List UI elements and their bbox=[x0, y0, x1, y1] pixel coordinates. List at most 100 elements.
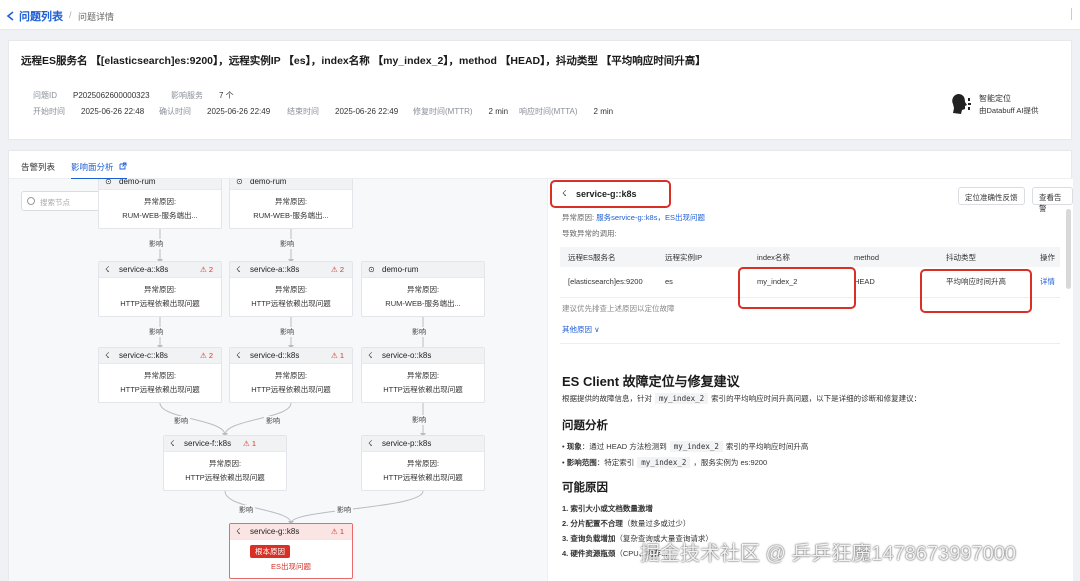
mttr: 修复时间(MTTR) 2 min bbox=[413, 107, 509, 116]
node-name: service-o::k8s bbox=[382, 351, 432, 360]
top-bar: 问题列表 / 问题详情 bbox=[0, 0, 1080, 30]
node-cause-label: 异常原因: bbox=[274, 285, 308, 294]
service-icon: ☇ bbox=[170, 439, 175, 448]
external-link-icon bbox=[119, 162, 127, 170]
node-reason: HTTP远程依赖出现问题 bbox=[383, 385, 463, 394]
node-reason: RUM-WEB-服务端出... bbox=[385, 299, 461, 308]
edge-label: 影响 bbox=[410, 327, 428, 337]
node-cause-label: 异常原因: bbox=[208, 459, 242, 468]
graph-node[interactable]: ☇ service-a::k8s ⚠ 2 异常原因: HTTP远程依赖出现问题 bbox=[229, 261, 353, 317]
cell: es bbox=[657, 267, 749, 298]
alert-count: ⚠ 2 bbox=[331, 265, 344, 274]
service-icon: ☇ bbox=[236, 527, 241, 536]
node-name: service-a::k8s bbox=[250, 265, 300, 274]
confirm-time: 确认时间 2025-06-26 22:49 bbox=[159, 107, 271, 116]
breadcrumb-list[interactable]: 问题列表 bbox=[19, 8, 63, 24]
cause-link[interactable]: 服务service-g::k8s，ES出现问题 bbox=[596, 213, 705, 222]
edge bbox=[159, 402, 226, 436]
end-time: 结束时间 2025-06-26 22:49 bbox=[287, 107, 399, 116]
graph-node[interactable]: ☇ service-f::k8s ⚠ 1 异常原因: HTTP远程依赖出现问题 bbox=[163, 435, 287, 491]
graph-node[interactable]: ⊙ demo-rum 异常原因: RUM-WEB-服务端出... bbox=[361, 261, 485, 317]
alert-count: ⚠ 1 bbox=[331, 351, 344, 360]
service-icon: ☇ bbox=[368, 351, 373, 360]
back-arrow-icon[interactable] bbox=[6, 11, 15, 21]
causes-heading: 可能原因 bbox=[562, 482, 608, 494]
graph-node[interactable]: ☇ service-p::k8s 异常原因: HTTP远程依赖出现问题 bbox=[361, 435, 485, 491]
ai-head-icon bbox=[952, 94, 971, 114]
col-header: 操作 bbox=[1032, 247, 1060, 267]
analysis-panel: 告警列表 影响面分析 搜索节点 影响 影响 影响 影响 影响 影响 影响 影响 … bbox=[8, 150, 1073, 581]
service-icon: ☇ bbox=[236, 351, 241, 360]
tab-impact[interactable]: 影响面分析 bbox=[71, 161, 127, 180]
graph-node[interactable]: ☇ service-a::k8s ⚠ 2 异常原因: HTTP远程依赖出现问题 bbox=[98, 261, 222, 317]
watermark: 掘金技术社区 @ 乒乒狂魔1478673997000 bbox=[640, 543, 1017, 565]
root-cause-badge: 根本原因 bbox=[250, 545, 290, 558]
bullet-phenomenon: • 现象：通过 HEAD 方法检测到 my_index_2 索引的平均响应时间升高 bbox=[562, 441, 809, 452]
edge-label: 影响 bbox=[147, 239, 165, 249]
divider bbox=[560, 343, 1060, 344]
graph-node[interactable]: ☇ service-d::k8s ⚠ 1 异常原因: HTTP远程依赖出现问题 bbox=[229, 347, 353, 403]
cause-item: 2. 分片配置不合理（数量过多或过少） bbox=[562, 519, 691, 528]
affected-services: 影响服务 7 个 bbox=[171, 91, 234, 100]
view-alerts-button[interactable]: 查看告警 bbox=[1032, 187, 1073, 213]
detail-link[interactable]: 详情 bbox=[1032, 267, 1060, 298]
graph-node[interactable]: ☇ service-c::k8s ⚠ 2 异常原因: HTTP远程依赖出现问题 bbox=[98, 347, 222, 403]
calls-label: 导致异常的调用: bbox=[562, 229, 617, 238]
tab-bar: 告警列表 影响面分析 bbox=[9, 151, 1073, 180]
node-reason: HTTP远程依赖出现问题 bbox=[383, 473, 463, 482]
accuracy-feedback-button[interactable]: 定位准确性反馈 bbox=[958, 187, 1025, 205]
alert-count: ⚠ 1 bbox=[331, 527, 344, 536]
graph-node[interactable]: ☇ service-o::k8s 异常原因: HTTP远程依赖出现问题 bbox=[361, 347, 485, 403]
ai-title: 智能定位 bbox=[979, 94, 1011, 103]
ai-provider: 由Databuff AI提供 bbox=[979, 106, 1039, 115]
scrollbar[interactable] bbox=[1066, 209, 1071, 289]
node-cause-label: 异常原因: bbox=[274, 371, 308, 380]
highlight-box bbox=[920, 269, 1032, 313]
problem-id: 问题ID P2025062600000323 bbox=[33, 91, 150, 100]
cell: [elasticsearch]es:9200 bbox=[560, 267, 657, 298]
service-icon: ☇ bbox=[105, 351, 110, 360]
alert-count: ⚠ 2 bbox=[200, 351, 213, 360]
node-name: service-p::k8s bbox=[382, 439, 432, 448]
node-header bbox=[230, 179, 352, 190]
back-nav[interactable]: 问题列表 bbox=[6, 8, 63, 24]
node-name: service-f::k8s bbox=[184, 439, 232, 448]
other-causes-toggle[interactable]: 其他原因 ∨ bbox=[562, 324, 600, 335]
edge-label: 影响 bbox=[237, 505, 255, 515]
cause-line: 异常原因: 服务service-g::k8s，ES出现问题 bbox=[562, 213, 705, 222]
node-cause-label: 异常原因: bbox=[406, 459, 440, 468]
edge-label: 影响 bbox=[278, 239, 296, 249]
node-name: demo-rum bbox=[382, 265, 419, 274]
tab-alerts[interactable]: 告警列表 bbox=[21, 161, 55, 173]
col-header: index名称 bbox=[749, 247, 846, 267]
graph-node[interactable]: ⊙ demo-rum 异常原因: RUM-WEB-服务端出... bbox=[98, 179, 222, 229]
edge bbox=[290, 490, 424, 524]
detail-pane: ☇ service-g::k8s 定位准确性反馈 查看告警 异常原因: 服务se… bbox=[547, 179, 1073, 581]
bullet-scope: • 影响范围：特定索引 my_index_2 ，服务实例为 es:9200 bbox=[562, 457, 768, 468]
node-cause-label: 异常原因: bbox=[143, 197, 177, 206]
rum-icon: ⊙ bbox=[236, 179, 243, 186]
node-name: demo-rum bbox=[250, 179, 287, 186]
advice-text: 建议优先排查上述原因以定位故障 bbox=[562, 304, 675, 313]
node-reason: RUM-WEB-服务端出... bbox=[122, 211, 198, 220]
start-time: 开始时间 2025-06-26 22:48 bbox=[33, 107, 145, 116]
node-reason: HTTP远程依赖出现问题 bbox=[120, 385, 200, 394]
report-title: ES Client 故障定位与修复建议 bbox=[562, 374, 740, 389]
table-header: 远程ES服务名 远程实例IP index名称 method 抖动类型 操作 bbox=[560, 247, 1060, 267]
node-cause-label: 异常原因: bbox=[143, 371, 177, 380]
analysis-heading: 问题分析 bbox=[562, 420, 608, 432]
root-cause-node[interactable]: ☇ service-g::k8s ⚠ 1 根本原因 ES出现问题 bbox=[229, 523, 353, 579]
ai-locate[interactable]: 智能定位 由Databuff AI提供 bbox=[947, 91, 1047, 121]
col-header: method bbox=[846, 247, 938, 267]
search-icon bbox=[27, 197, 35, 205]
problem-title: 远程ES服务名 【[elasticsearch]es:9200】，远程实例IP … bbox=[21, 55, 706, 67]
node-name: demo-rum bbox=[119, 179, 156, 186]
node-header bbox=[99, 179, 221, 190]
cause-item: 1. 索引大小或文档数量激增 bbox=[562, 504, 653, 513]
graph-node[interactable]: ⊙ demo-rum 异常原因: RUM-WEB-服务端出... bbox=[229, 179, 353, 229]
edge bbox=[224, 490, 292, 524]
impact-graph[interactable]: 搜索节点 影响 影响 影响 影响 影响 影响 影响 影响 影响 影响 ⊙ dem… bbox=[9, 179, 547, 581]
service-icon: ☇ bbox=[562, 189, 567, 198]
problem-summary: 远程ES服务名 【[elasticsearch]es:9200】，远程实例IP … bbox=[8, 40, 1072, 140]
node-name: service-c::k8s bbox=[119, 351, 168, 360]
